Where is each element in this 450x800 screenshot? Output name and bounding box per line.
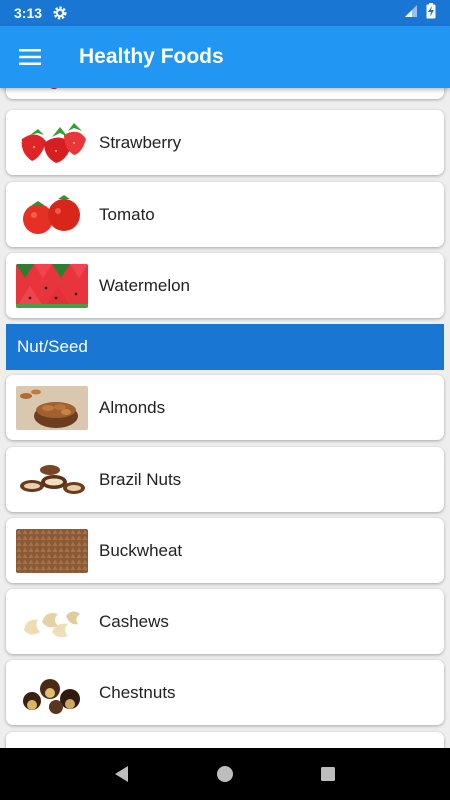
battery-charging-icon [426,2,436,24]
chestnuts-image [16,670,88,715]
raspberry-image [16,88,88,89]
strawberry-image [16,120,88,165]
list-item-label: Chestnuts [99,682,176,702]
list-item-label: Brazil Nuts [99,469,182,489]
navigation-bar [0,748,450,800]
brazil-nuts-image [16,457,88,502]
status-time: 3:13 [14,5,43,21]
list-item-label: Strawberry [99,132,182,152]
list-item-strawberry[interactable]: Strawberry [6,110,444,175]
list-item-label: Cashews [99,611,169,631]
list-item-tomato[interactable]: Tomato [6,182,444,247]
list-item-label: Watermelon [99,275,191,295]
list-item-almonds[interactable]: Almonds [6,375,444,440]
list-item-label: Tomato [99,204,155,224]
list-item-chestnuts[interactable]: Chestnuts [6,660,444,725]
app-bar: Healthy Foods [0,26,450,88]
signal-icon [404,4,418,23]
home-circle-icon[interactable] [205,754,245,794]
back-triangle-icon[interactable] [102,754,142,794]
recents-square-icon[interactable] [308,754,348,794]
list-item-buckwheat[interactable]: Buckwheat [6,518,444,583]
list-item-brazil-nuts[interactable]: Brazil Nuts [6,447,444,512]
watermelon-image [16,263,88,308]
list-item-label: Buckwheat [99,540,183,560]
app-title: Healthy Foods [79,45,224,68]
list-item-label: Almonds [99,397,166,417]
almonds-image [16,385,88,430]
hamburger-menu-icon[interactable] [0,26,60,88]
tomato-image [16,192,88,237]
list-item-cashews[interactable]: Cashews [6,589,444,654]
section-header-nut-seed: Nut/Seed [6,324,444,370]
list-item[interactable] [6,88,444,99]
list-item[interactable] [6,732,444,748]
status-bar: 3:13 [0,0,450,26]
food-list[interactable]: Strawberry Tomato Watermelon Nut/Seed Al… [0,88,450,748]
list-item-watermelon[interactable]: Watermelon [6,253,444,318]
buckwheat-image [16,528,88,573]
cashews-image [16,599,88,644]
gear-icon [52,5,68,21]
